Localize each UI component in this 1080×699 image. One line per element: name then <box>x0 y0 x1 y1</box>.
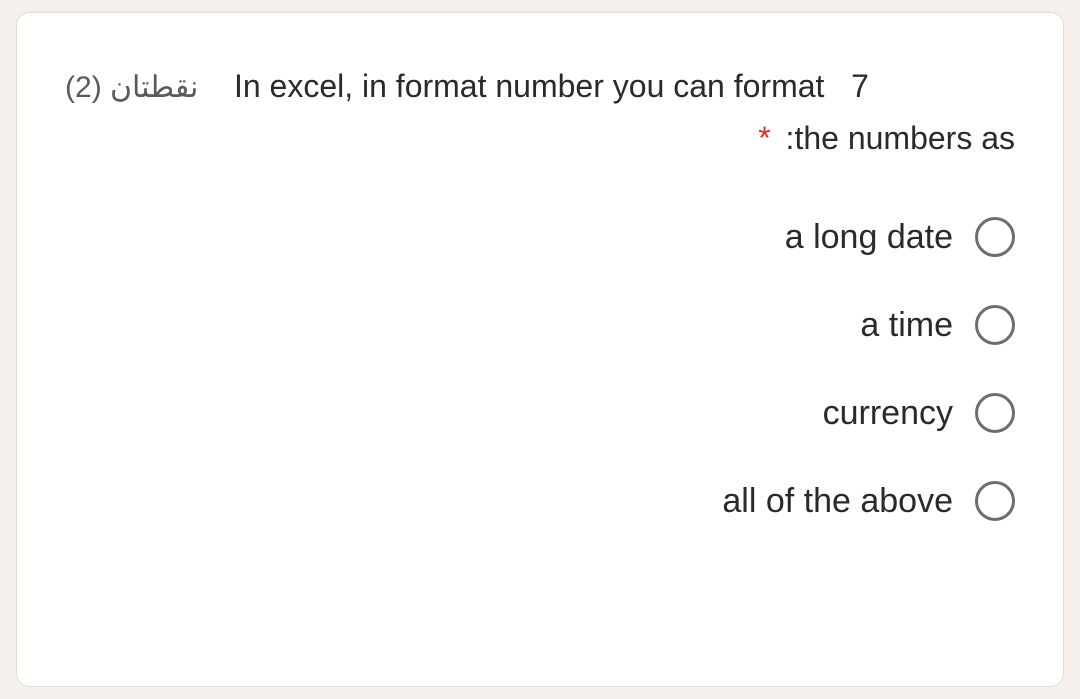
option-a-long-date[interactable]: a long date <box>65 217 1015 257</box>
radio-icon <box>975 305 1015 345</box>
option-label: a long date <box>785 218 953 257</box>
question-card: نقطتان (2) In excel, in format number yo… <box>16 12 1064 687</box>
question-text-part1: In excel, in format number you can forma… <box>234 68 824 104</box>
radio-icon <box>975 481 1015 521</box>
radio-icon <box>975 217 1015 257</box>
question-line-1: نقطتان (2) In excel, in format number yo… <box>65 61 1015 112</box>
question-line-2: * :the numbers as <box>65 120 1015 157</box>
option-a-time[interactable]: a time <box>65 305 1015 345</box>
question-block: نقطتان (2) In excel, in format number yo… <box>65 61 1015 157</box>
option-all-of-the-above[interactable]: all of the above <box>65 481 1015 521</box>
option-label: a time <box>860 306 953 345</box>
options-group: a long date a time currency all of the a… <box>65 217 1015 656</box>
question-number: 7 <box>851 68 869 104</box>
option-currency[interactable]: currency <box>65 393 1015 433</box>
required-marker: * <box>758 120 770 156</box>
option-label: all of the above <box>722 482 953 521</box>
question-points: نقطتان (2) <box>65 71 198 104</box>
question-text-part2: :the numbers as <box>786 120 1015 156</box>
option-label: currency <box>823 394 953 433</box>
radio-icon <box>975 393 1015 433</box>
